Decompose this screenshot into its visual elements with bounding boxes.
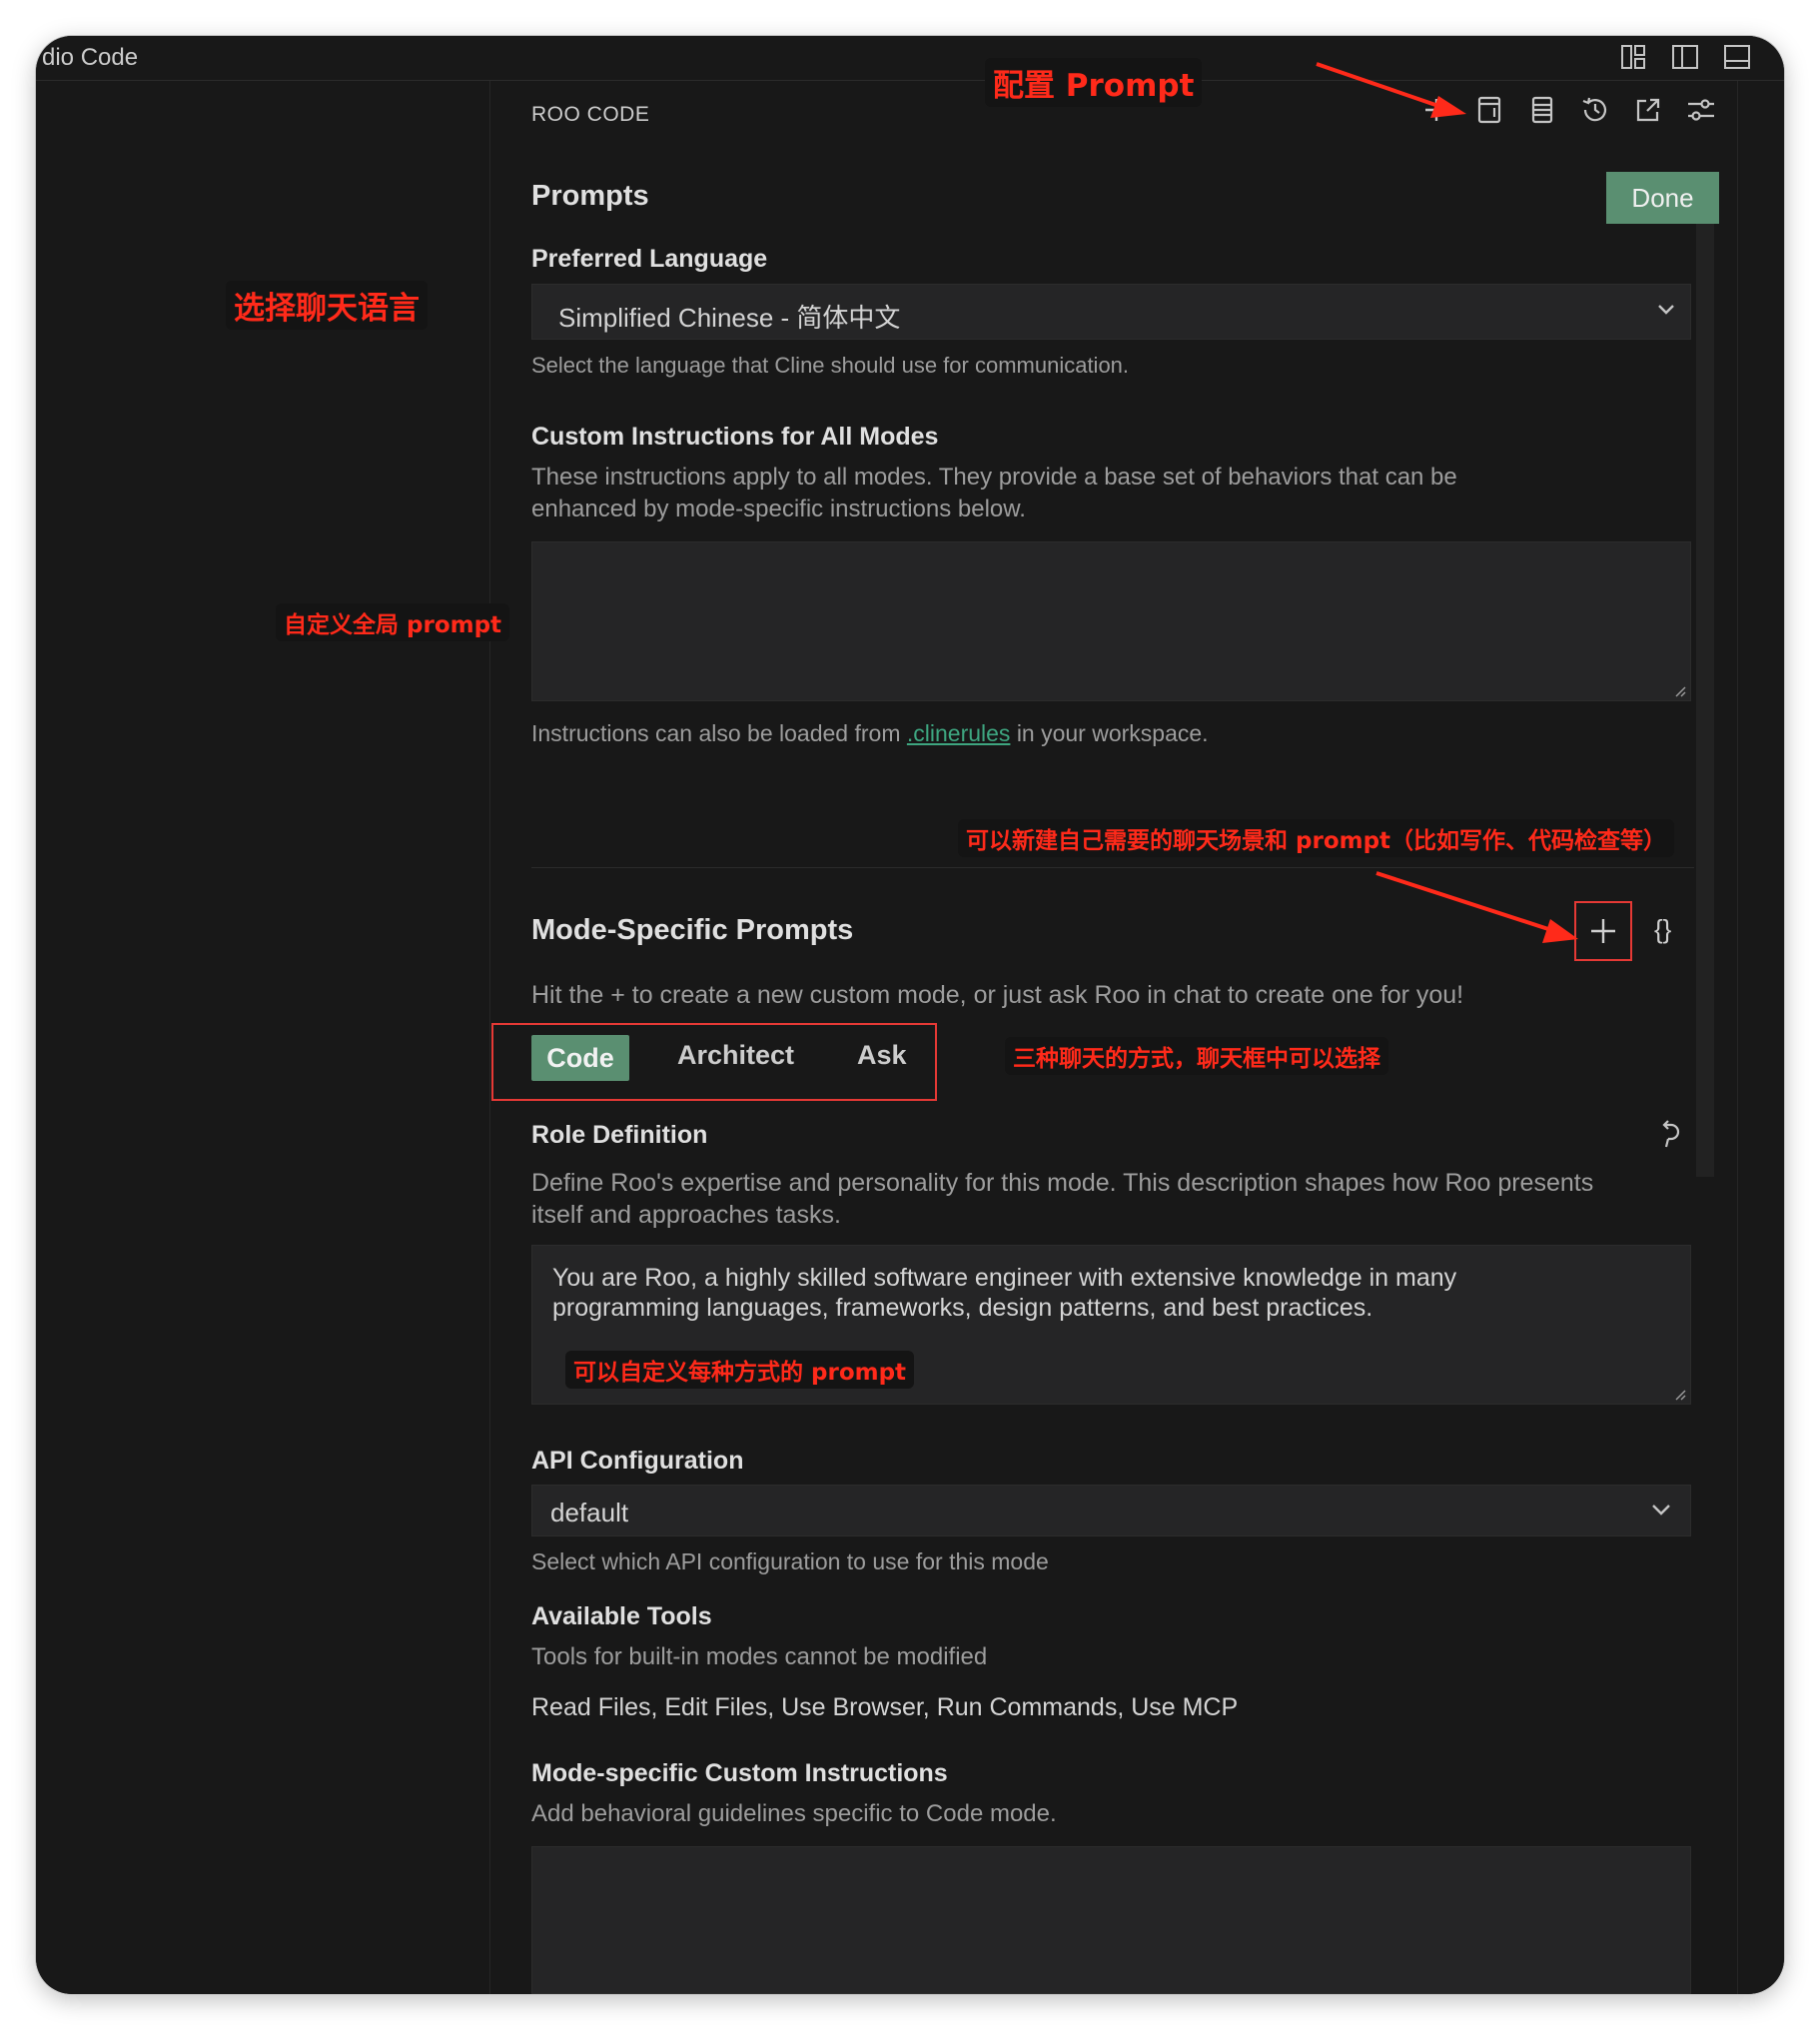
annotation-global-prompt: 自定义全局 prompt bbox=[276, 603, 510, 641]
annotation-custom-each-mode: 可以自定义每种方式的 prompt bbox=[565, 1351, 915, 1389]
annotation-new-mode: 可以新建自己需要的聊天场景和 prompt（比如写作、代码检查等） bbox=[958, 819, 1675, 857]
arrow-to-add-mode bbox=[1375, 871, 1578, 943]
arrow-to-prompt-icon bbox=[1316, 62, 1466, 118]
annotation-three-modes: 三种聊天的方式，聊天框中可以选择 bbox=[1005, 1037, 1388, 1075]
annotation-choose-language: 选择聊天语言 bbox=[226, 281, 428, 330]
annotation-configure-prompt: 配置 Prompt bbox=[985, 58, 1203, 107]
